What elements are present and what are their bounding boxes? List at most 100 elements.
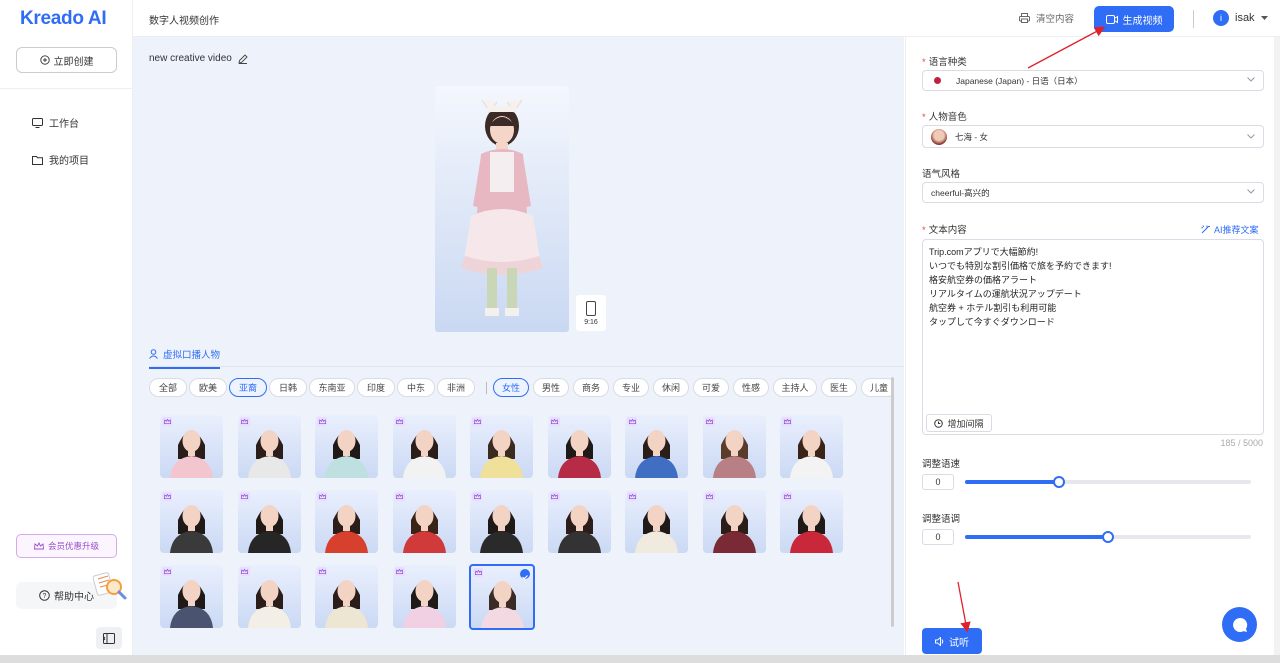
avatar-option[interactable] [237, 490, 301, 553]
avatar-option[interactable] [625, 490, 688, 553]
filter-chip-region[interactable]: 欧美 [189, 378, 227, 397]
filter-chips: 全部 欧美 亚裔 日韩 东南亚 印度 中东 非洲 女性 男性 商务 专业 休闲 可爱 性感 主持人 医生 儿童 [149, 378, 893, 398]
style-value: cheerful-高兴的 [931, 187, 990, 198]
sidebar: Kreado AI 立即创建 工作台 我的项目 会员优惠升级 ? 帮助中心 [0, 0, 133, 663]
filter-chip-tag[interactable]: 可爱 [693, 378, 729, 397]
style-label: 语气风格 [922, 169, 961, 180]
video-preview [435, 86, 569, 332]
avatar-option[interactable] [160, 490, 223, 553]
avatar-option[interactable] [547, 490, 611, 553]
premium-crown-icon [239, 492, 250, 501]
preview-listen-button[interactable]: 试听 [922, 628, 982, 654]
project-title[interactable]: new creative video [149, 53, 248, 64]
avatar-option[interactable] [160, 415, 223, 478]
premium-crown-icon [162, 417, 172, 426]
japan-flag-icon [934, 77, 941, 84]
premium-crown-icon [627, 492, 637, 501]
folder-icon [32, 155, 43, 165]
selected-check-icon [520, 569, 530, 580]
chevron-down-icon [1247, 77, 1255, 82]
speaker-icon [935, 636, 944, 646]
avatar-option[interactable] [315, 415, 378, 478]
collapse-sidebar-button[interactable] [96, 627, 122, 649]
avatar-option[interactable] [392, 415, 456, 478]
filter-chip-region[interactable]: 全部 [149, 378, 187, 397]
filter-chip-tag[interactable]: 儿童 [861, 378, 893, 397]
filter-chip-tag[interactable]: 主持人 [773, 378, 817, 397]
clear-content-button[interactable]: 清空内容 [1019, 11, 1074, 25]
avatar-option[interactable] [392, 490, 456, 553]
premium-crown-icon [317, 567, 327, 576]
filter-chip-tag[interactable]: 专业 [613, 378, 649, 397]
vip-label: 会员优惠升级 [47, 541, 99, 551]
filter-chip-region[interactable]: 东南亚 [309, 378, 355, 397]
style-select[interactable]: cheerful-高兴的 [922, 182, 1264, 203]
filter-chip-tag[interactable]: 医生 [821, 378, 857, 397]
filter-chip-region[interactable]: 印度 [357, 378, 395, 397]
sidebar-item-workbench[interactable]: 工作台 [32, 115, 79, 130]
filter-chip-region[interactable]: 非洲 [437, 378, 475, 397]
speed-slider[interactable] [965, 476, 1251, 488]
avatar-option[interactable] [780, 490, 843, 553]
language-select[interactable]: Japanese (Japan) - 日语（日本） [922, 70, 1264, 91]
pitch-label: 调整语调 [922, 514, 961, 525]
person-icon [149, 349, 158, 359]
pitch-slider-handle[interactable] [1102, 531, 1114, 543]
pitch-slider[interactable] [965, 531, 1251, 543]
avatar-option[interactable] [702, 415, 766, 478]
premium-crown-icon [549, 417, 560, 426]
user-menu[interactable]: i isak [1213, 10, 1268, 26]
voice-label: * 人物音色 [922, 112, 967, 123]
ai-suggest-button[interactable]: AI推荐文案 [1201, 223, 1259, 236]
generate-video-button[interactable]: 生成视频 [1094, 6, 1174, 32]
page-scrollbar[interactable] [1274, 37, 1280, 655]
horizontal-scrollbar[interactable] [0, 655, 1280, 663]
script-textarea[interactable]: Trip.comアプリで大幅節約! いつでも特別な割引価格で旅を予約できます! 格安… [922, 239, 1264, 435]
page-title: 数字人视频创作 [149, 16, 219, 27]
add-pause-button[interactable]: 增加间隔 [926, 414, 992, 432]
speed-value-input[interactable]: 0 [922, 474, 954, 490]
avatar-option[interactable] [780, 415, 843, 478]
premium-crown-icon [394, 567, 405, 576]
avatar-option[interactable] [469, 564, 535, 630]
tab-label: 虚拟口播人物 [163, 350, 221, 361]
avatar-option[interactable] [315, 565, 378, 628]
avatar-option[interactable] [237, 565, 301, 628]
pause-label: 增加间隔 [947, 418, 984, 429]
filter-chip-tag[interactable]: 性感 [733, 378, 769, 397]
avatar-option[interactable] [702, 490, 766, 553]
filter-chip-tag[interactable]: 商务 [573, 378, 609, 397]
language-label: * 语言种类 [922, 57, 967, 68]
vip-upgrade-button[interactable]: 会员优惠升级 [16, 534, 117, 558]
filter-chip-region[interactable]: 中东 [397, 378, 435, 397]
logo[interactable]: Kreado AI [20, 8, 107, 30]
avatar-option[interactable] [470, 415, 533, 478]
voice-select[interactable]: 七海 - 女 [922, 125, 1264, 148]
chat-support-button[interactable] [1222, 607, 1257, 642]
avatar: i [1213, 10, 1229, 26]
avatar-option[interactable] [625, 415, 688, 478]
avatar-option[interactable] [547, 415, 611, 478]
create-button[interactable]: 立即创建 [16, 47, 117, 73]
edit-pencil-icon[interactable] [238, 53, 248, 64]
avatar-option[interactable] [470, 490, 533, 553]
speed-slider-handle[interactable] [1053, 476, 1066, 488]
nav-divider [0, 88, 133, 89]
sidebar-item-projects[interactable]: 我的项目 [32, 152, 89, 167]
top-bar: 数字人视频创作 清空内容 生成视频 i isak [133, 0, 1280, 37]
filter-chip-tag[interactable]: 男性 [533, 378, 569, 397]
avatar-option[interactable] [315, 490, 378, 553]
avatar-option[interactable] [237, 415, 301, 478]
filter-chip-tag[interactable]: 休闲 [653, 378, 689, 397]
avatar-grid-scrollbar[interactable] [891, 377, 894, 627]
filter-chip-region[interactable]: 亚裔 [229, 378, 267, 397]
avatar-option[interactable] [160, 565, 223, 628]
pitch-value-input[interactable]: 0 [922, 529, 954, 545]
avatar-option[interactable] [392, 565, 456, 628]
editor-area: new creative video 9:16 虚拟口播人物 全部 欧美 亚裔 … [133, 37, 904, 655]
aspect-ratio-button[interactable]: 9:16 [576, 295, 606, 331]
ai-suggest-label: AI推荐文案 [1214, 225, 1259, 235]
help-label: 帮助中心 [54, 592, 94, 603]
filter-chip-tag[interactable]: 女性 [493, 378, 529, 397]
filter-chip-region[interactable]: 日韩 [269, 378, 307, 397]
